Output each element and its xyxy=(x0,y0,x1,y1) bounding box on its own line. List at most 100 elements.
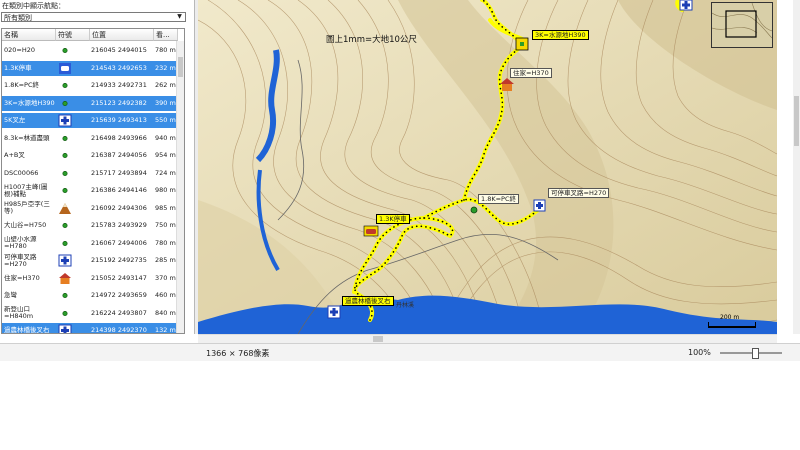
waypoint-position: 216498 2493966 xyxy=(91,133,147,142)
column-header-symbol[interactable]: 符號 xyxy=(56,29,90,41)
column-header-position[interactable]: 位置 xyxy=(90,29,154,41)
waypoint-position: 215052 2493147 xyxy=(91,273,147,282)
waypoint-row[interactable]: 住家=H370 215052 2493147 370 m xyxy=(2,271,184,286)
waypoint-name: 1.3K停車 xyxy=(4,63,32,72)
waypoint-row[interactable]: DSC00066 215717 2493894 724 m xyxy=(2,166,184,181)
waypoint-altitude: 390 m xyxy=(155,98,176,107)
waypoint-altitude: 232 m xyxy=(155,63,176,72)
waypoint-row[interactable]: 大山谷=H750 215783 2493929 750 m xyxy=(2,218,184,233)
map-scrollbar-thumb[interactable] xyxy=(794,96,799,146)
waypoint-altitude: 724 m xyxy=(155,168,176,177)
waypoint-list: 名稱 符號 位置 看... 020=H20 216045 2494015 780 m… xyxy=(1,28,185,334)
waypoint-altitude: 780 m xyxy=(155,238,176,247)
waypoint-row[interactable]: 020=H20 216045 2494015 780 m xyxy=(2,43,184,58)
waypoint-row[interactable]: 過農林橋後叉右 214398 2492370 132 m xyxy=(2,323,184,334)
waypoint-position: 216386 2494146 xyxy=(91,186,147,194)
waypoint-position: 216387 2494056 xyxy=(91,151,147,159)
green-dot-icon xyxy=(58,97,72,110)
waypoint-position: 215123 2492382 xyxy=(91,98,147,107)
waypoint-altitude: 980 m xyxy=(155,186,176,194)
waypoint-altitude: 262 m xyxy=(155,81,176,89)
waypoint-name: DSC00066 xyxy=(4,168,39,177)
waypoint-name: 過農林橋後叉右 xyxy=(4,326,50,334)
zoom-slider[interactable] xyxy=(720,352,782,354)
waypoint-row[interactable]: 山壁小水源=H780 216067 2494006 780 m xyxy=(2,236,184,251)
waypoint-altitude: 285 m xyxy=(155,256,176,264)
waypoint-flag-icon[interactable] xyxy=(515,37,529,51)
waypoint-position: 216092 2494306 xyxy=(91,203,147,212)
medical-cross-icon xyxy=(58,114,72,127)
waypoint-row[interactable]: 1.3K停車 214543 2492653 232 m xyxy=(2,60,184,76)
summit-icon xyxy=(58,202,72,215)
waypoint-altitude: 132 m xyxy=(155,326,176,334)
waypoint-name: 1.8K=PC終 xyxy=(4,81,40,89)
waypoint-altitude: 840 m xyxy=(155,308,176,317)
waypoint-position: 216067 2494006 xyxy=(91,238,147,247)
map-label-house[interactable]: 住家=H370 xyxy=(510,68,552,78)
chevron-down-icon[interactable]: ▼ xyxy=(175,13,184,21)
list-scrollbar[interactable] xyxy=(176,41,184,333)
column-header-name[interactable]: 名稱 xyxy=(2,29,56,41)
waypoint-row[interactable]: A+B叉 216387 2494056 954 m xyxy=(2,148,184,163)
green-dot-icon xyxy=(58,219,72,232)
map-label-pc-end[interactable]: 1.8K=PC終 xyxy=(478,194,520,204)
medical-cross-icon[interactable] xyxy=(533,199,546,212)
waypoint-position: 215192 2492735 xyxy=(91,256,147,264)
green-dot-icon xyxy=(58,167,72,180)
zoom-slider-knob[interactable] xyxy=(752,348,759,359)
waypoint-row[interactable]: 急彎 214972 2493659 460 m xyxy=(2,288,184,303)
map-label-parking[interactable]: 1.3K停車 xyxy=(376,214,410,224)
map-view[interactable]: 圖上1mm=大地10公尺 3K=水源地H390 住家=H370 1.8K=PC終… xyxy=(198,0,777,334)
medical-cross-icon[interactable] xyxy=(679,0,693,11)
waypoint-position: 214972 2493659 xyxy=(91,291,147,299)
category-filter-dropdown[interactable]: 所有類別 ▼ xyxy=(1,12,186,22)
waypoint-name: 新登山口=H840m xyxy=(4,305,34,320)
medical-cross-icon xyxy=(58,254,72,267)
waypoint-row[interactable]: 3K=水源地H390 215123 2492382 390 m xyxy=(2,95,184,111)
waypoint-row[interactable]: H985戶亞字(三等) 216092 2494306 985 m xyxy=(2,201,184,216)
waypoint-row[interactable]: 8.3k=林道盡頭 216498 2493966 940 m xyxy=(2,131,184,146)
waypoint-altitude: 750 m xyxy=(155,221,176,229)
map-label-parking-fork[interactable]: 可停車叉路=H270 xyxy=(548,188,610,198)
map-hscroll-thumb[interactable] xyxy=(373,336,383,342)
green-dot-icon xyxy=(58,44,72,57)
status-bar: 1366 × 768像素 100% xyxy=(0,343,800,362)
waypoint-altitude: 954 m xyxy=(155,151,176,159)
waypoint-row[interactable]: 1.8K=PC終 214933 2492731 262 m xyxy=(2,78,184,93)
map-label-bridge[interactable]: 過農林橋後叉右 xyxy=(342,296,394,306)
car-icon xyxy=(58,62,72,75)
waypoint-row[interactable]: H1007主峰(圖根)補點 216386 2494146 980 m xyxy=(2,183,184,198)
green-dot-icon xyxy=(58,289,72,302)
waypoint-altitude: 550 m xyxy=(155,116,176,124)
waypoint-name: 020=H20 xyxy=(4,46,36,54)
waypoint-altitude: 780 m xyxy=(155,46,176,54)
map-label-water-source[interactable]: 3K=水源地H390 xyxy=(532,30,589,40)
waypoint-row[interactable]: 可停車叉路=H270 215192 2492735 285 m xyxy=(2,253,184,268)
green-dot-icon xyxy=(58,132,72,145)
column-header-altitude[interactable]: 看... xyxy=(154,29,178,41)
map-vertical-scrollbar[interactable] xyxy=(777,0,800,334)
waypoint-name: H1007主峰(圖根)補點 xyxy=(4,183,48,198)
waypoint-altitude: 370 m xyxy=(155,273,176,282)
waypoint-name: 8.3k=林道盡頭 xyxy=(4,133,50,142)
waypoint-row[interactable]: 5K叉左 215639 2493413 550 m xyxy=(2,113,184,128)
medical-cross-icon[interactable] xyxy=(327,305,341,319)
list-scrollbar-thumb[interactable] xyxy=(178,57,183,77)
overview-minimap[interactable] xyxy=(711,2,773,48)
waypoint-position: 216224 2493807 xyxy=(91,308,147,317)
waypoint-name: A+B叉 xyxy=(4,151,25,159)
waypoint-position: 214933 2492731 xyxy=(91,81,147,89)
waypoint-row[interactable]: 新登山口=H840m 216224 2493807 840 m xyxy=(2,306,184,321)
waypoint-name: 5K叉左 xyxy=(4,116,26,124)
green-dot-icon xyxy=(58,307,72,320)
scale-bar-label: 200 m xyxy=(720,314,740,321)
waypoint-position: 214398 2492370 xyxy=(91,326,147,334)
waypoint-position: 215783 2493929 xyxy=(91,221,147,229)
waypoint-marker-pc-end[interactable] xyxy=(470,206,478,214)
waypoint-name: 3K=水源地H390 xyxy=(4,98,55,107)
medical-cross-icon xyxy=(58,324,72,333)
waypoint-name: H985戶亞字(三等) xyxy=(4,200,50,215)
car-icon[interactable] xyxy=(363,225,379,237)
category-filter-value: 所有類別 xyxy=(4,14,32,22)
waypoint-name: 山壁小水源=H780 xyxy=(4,235,37,250)
